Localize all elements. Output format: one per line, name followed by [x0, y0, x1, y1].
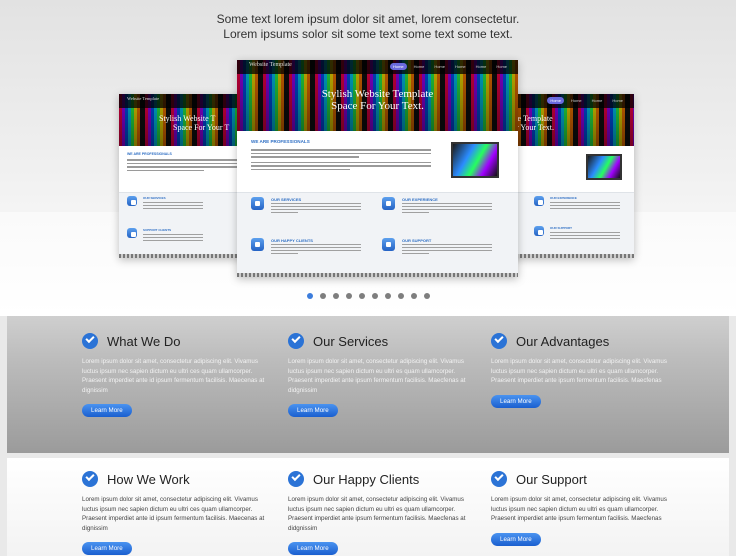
- feature-our-happy-clients: Our Happy Clients Lorem ipsum dolor sit …: [288, 470, 474, 556]
- slider-dot[interactable]: [385, 293, 391, 299]
- tagline-line-1: Some text lorem ipsum dolor sit amet, lo…: [216, 12, 520, 26]
- feature-body: Lorem ipsum dolor sit amet, consectetur …: [491, 358, 667, 385]
- mockup-center-section-title: WE ARE PROFESSIONALS: [251, 139, 310, 144]
- slider-dot[interactable]: [320, 293, 326, 299]
- slider-dot[interactable]: [411, 293, 417, 299]
- feature-title: How We Work: [107, 471, 190, 487]
- feature-how-we-work: How We Work Lorem ipsum dolor sit amet, …: [82, 470, 268, 556]
- feature-what-we-do: What We Do Lorem ipsum dolor sit amet, c…: [82, 332, 268, 418]
- mockup-right-thumbnail: [586, 154, 622, 180]
- nav-item[interactable]: Home: [431, 63, 448, 70]
- mockup-right-banner: Home Home Home Home site Template r Your…: [500, 94, 634, 146]
- star-icon: [251, 197, 264, 210]
- feature-body: Lorem ipsum dolor sit amet, consectetur …: [82, 358, 265, 394]
- mockup-center-footer: [237, 273, 518, 277]
- feature-title: What We Do: [107, 333, 181, 349]
- mockup-left-feature-title: OUR SERVICES: [143, 196, 166, 200]
- mockup-center-nav: Website Template Home Home Home Home Hom…: [237, 60, 518, 74]
- learn-more-button[interactable]: Learn More: [288, 542, 338, 556]
- feature-title: Our Services: [313, 333, 389, 349]
- slider-dot[interactable]: [424, 293, 430, 299]
- feature-title: Our Advantages: [516, 333, 610, 349]
- feature-icon: [534, 196, 544, 206]
- slider-dot[interactable]: [333, 293, 339, 299]
- features-band-top: What We Do Lorem ipsum dolor sit amet, c…: [7, 316, 729, 453]
- features-band-bottom: How We Work Lorem ipsum dolor sit amet, …: [7, 458, 729, 556]
- check-circle-icon: [491, 471, 507, 487]
- nav-item[interactable]: Home: [452, 63, 469, 70]
- feature-icon: [534, 226, 544, 236]
- slider-dot[interactable]: [346, 293, 352, 299]
- mockup-center-feature-title: OUR HAPPY CLIENTS: [271, 238, 313, 243]
- chat-icon: [251, 238, 264, 251]
- mockup-right-footer: [500, 254, 634, 258]
- learn-more-button[interactable]: Learn More: [82, 404, 132, 418]
- check-circle-icon: [82, 471, 98, 487]
- learn-more-button[interactable]: Learn More: [491, 532, 541, 546]
- mockup-center[interactable]: Website Template Home Home Home Home Hom…: [237, 60, 518, 277]
- slider-dot[interactable]: [307, 293, 313, 299]
- mockup-left-lines: [127, 159, 237, 173]
- mockup-right-headline: site Template r Your Text.: [510, 114, 554, 132]
- mockup-center-navlinks: Home Home Home Home Home Home: [389, 63, 510, 70]
- refresh-icon: [382, 197, 395, 210]
- mockup-left-brand: Website Template: [127, 96, 160, 101]
- slider-pagination: [307, 293, 430, 299]
- nav-item[interactable]: Home: [493, 63, 510, 70]
- mockup-right-feature-title: OUR EXPERIENCE: [550, 196, 577, 200]
- feature-title: Our Support: [516, 471, 587, 487]
- hero-tagline: Some text lorem ipsum dolor sit amet, lo…: [0, 12, 736, 42]
- check-circle-icon: [288, 471, 304, 487]
- hero-section: Some text lorem ipsum dolor sit amet, lo…: [0, 0, 736, 316]
- mockup-center-banner: Website Template Home Home Home Home Hom…: [237, 60, 518, 131]
- mockup-center-feature-title: OUR SUPPORT: [402, 238, 432, 243]
- mockup-right-navlinks: Home Home Home Home: [547, 97, 626, 104]
- mockup-center-headline: Stylish Website Template Space For Your …: [321, 88, 434, 112]
- slider-dot[interactable]: [359, 293, 365, 299]
- mockup-right[interactable]: Home Home Home Home site Template r Your…: [500, 94, 634, 258]
- learn-more-button[interactable]: Learn More: [288, 404, 338, 418]
- feature-our-support: Our Support Lorem ipsum dolor sit amet, …: [491, 470, 677, 546]
- learn-more-button[interactable]: Learn More: [82, 542, 132, 556]
- feature-icon: [127, 196, 137, 206]
- mockup-left-nav: Website Template: [119, 94, 249, 108]
- feature-our-services: Our Services Lorem ipsum dolor sit amet,…: [288, 332, 474, 418]
- feature-body: Lorem ipsum dolor sit amet, consectetur …: [82, 496, 265, 532]
- mockup-right-feature-title: OUR SUPPORT: [550, 226, 573, 230]
- mockup-left-footer: [119, 254, 249, 258]
- mockup-left-feature-title: SUPPORT CLIENTS: [143, 228, 172, 232]
- nav-item[interactable]: Home: [411, 63, 428, 70]
- mockup-center-thumbnail: [451, 142, 499, 178]
- slider-dot[interactable]: [398, 293, 404, 299]
- mockup-center-feature-title: OUR EXPERIENCE: [402, 197, 438, 202]
- mockup-center-lines: [251, 149, 431, 172]
- check-circle-icon: [491, 333, 507, 349]
- nav-item[interactable]: Home: [473, 63, 490, 70]
- feature-title: Our Happy Clients: [313, 471, 420, 487]
- learn-more-button[interactable]: Learn More: [491, 394, 541, 408]
- mockup-center-feature-title: OUR SERVICES: [271, 197, 302, 202]
- check-circle-icon: [288, 333, 304, 349]
- mockup-right-nav: Home Home Home Home: [500, 94, 634, 108]
- check-circle-icon: [82, 333, 98, 349]
- feature-body: Lorem ipsum dolor sit amet, consectetur …: [491, 496, 667, 523]
- mockup-left-section-title: WE ARE PROFESSIONALS: [127, 152, 172, 156]
- tagline-line-2: Lorem ipsums solor sit some text some te…: [223, 27, 513, 41]
- mockup-center-brand: Website Template: [249, 62, 292, 68]
- mockup-left-headline: Stylish Website T Space For Your T: [159, 114, 230, 132]
- mockup-left[interactable]: Website Template Stylish Website T Space…: [119, 94, 249, 258]
- slider-dot[interactable]: [372, 293, 378, 299]
- arrows-icon: [382, 238, 395, 251]
- feature-body: Lorem ipsum dolor sit amet, consectetur …: [288, 358, 466, 394]
- feature-icon: [127, 228, 137, 238]
- nav-item[interactable]: Home: [389, 63, 407, 70]
- feature-our-advantages: Our Advantages Lorem ipsum dolor sit ame…: [491, 332, 677, 408]
- feature-body: Lorem ipsum dolor sit amet, consectetur …: [288, 496, 466, 532]
- mockup-left-banner: Website Template Stylish Website T Space…: [119, 94, 249, 146]
